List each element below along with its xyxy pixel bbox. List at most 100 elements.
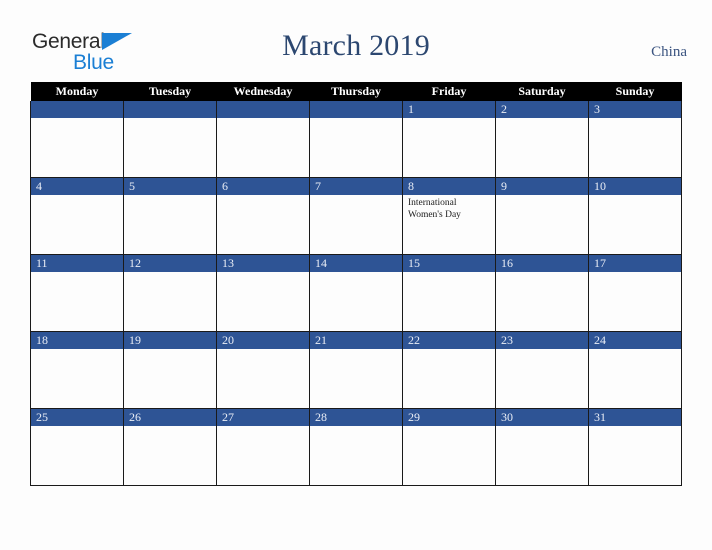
day-cell-inner: 17 (589, 255, 681, 331)
day-cell-inner: 30 (496, 409, 588, 485)
day-cell-inner: 1 (403, 101, 495, 177)
calendar-day-cell[interactable]: 20 (216, 331, 310, 409)
day-number: 6 (217, 178, 309, 195)
weekday-header-monday: Monday (30, 82, 124, 101)
calendar-day-cell[interactable]: 6 (216, 177, 310, 255)
day-cell-inner: 4 (31, 178, 123, 254)
calendar-day-cell[interactable]: 26 (123, 408, 217, 486)
day-number: 7 (310, 178, 402, 195)
day-cell-inner: 9 (496, 178, 588, 254)
calendar-day-cell[interactable]: 27 (216, 408, 310, 486)
day-number: 10 (589, 178, 681, 195)
day-cell-inner: 3 (589, 101, 681, 177)
day-cell-inner: 26 (124, 409, 216, 485)
calendar-day-cell[interactable]: 16 (495, 254, 589, 332)
day-number (124, 101, 216, 118)
day-cell-inner: 21 (310, 332, 402, 408)
calendar-day-cell[interactable]: 13 (216, 254, 310, 332)
calendar-day-cell[interactable]: 14 (309, 254, 403, 332)
day-number: 17 (589, 255, 681, 272)
weekday-header-friday: Friday (402, 82, 496, 101)
calendar-day-cell[interactable]: 17 (588, 254, 682, 332)
calendar-day-cell[interactable]: 10 (588, 177, 682, 255)
day-cell-inner (31, 101, 123, 177)
calendar-day-cell[interactable]: 24 (588, 331, 682, 409)
calendar-day-cell[interactable]: 15 (402, 254, 496, 332)
calendar-day-cell[interactable]: 9 (495, 177, 589, 255)
day-number (31, 101, 123, 118)
day-number: 20 (217, 332, 309, 349)
day-cell-inner: 20 (217, 332, 309, 408)
day-cell-inner: 28 (310, 409, 402, 485)
day-number: 26 (124, 409, 216, 426)
calendar-day-cell[interactable]: 28 (309, 408, 403, 486)
day-cell-inner: 22 (403, 332, 495, 408)
day-cell-inner: 11 (31, 255, 123, 331)
day-number: 13 (217, 255, 309, 272)
day-cell-inner: 14 (310, 255, 402, 331)
day-cell-inner: 29 (403, 409, 495, 485)
day-number (217, 101, 309, 118)
calendar-empty-cell (30, 101, 124, 178)
calendar-week-row: 11 12 13 14 15 16 17 (30, 254, 682, 332)
calendar-day-cell[interactable]: 19 (123, 331, 217, 409)
day-number: 25 (31, 409, 123, 426)
day-cell-inner: 10 (589, 178, 681, 254)
day-number: 4 (31, 178, 123, 195)
day-cell-inner: 23 (496, 332, 588, 408)
calendar-day-cell[interactable]: 8 International Women's Day (402, 177, 496, 255)
calendar-empty-cell (123, 101, 217, 178)
calendar-day-cell[interactable]: 12 (123, 254, 217, 332)
day-events: International Women's Day (403, 195, 495, 221)
day-cell-inner: 31 (589, 409, 681, 485)
day-number: 1 (403, 101, 495, 118)
day-cell-inner: 12 (124, 255, 216, 331)
calendar-day-cell[interactable]: 25 (30, 408, 124, 486)
day-cell-inner: 5 (124, 178, 216, 254)
day-cell-inner: 7 (310, 178, 402, 254)
weekday-header-thursday: Thursday (309, 82, 403, 101)
calendar-day-cell[interactable]: 7 (309, 177, 403, 255)
day-number (310, 101, 402, 118)
day-cell-inner: 6 (217, 178, 309, 254)
calendar-day-cell[interactable]: 1 (402, 101, 496, 178)
day-number: 2 (496, 101, 588, 118)
calendar-day-cell[interactable]: 11 (30, 254, 124, 332)
day-cell-inner: 27 (217, 409, 309, 485)
calendar-day-cell[interactable]: 31 (588, 408, 682, 486)
calendar-day-cell[interactable]: 2 (495, 101, 589, 178)
day-cell-inner: 16 (496, 255, 588, 331)
calendar-day-cell[interactable]: 4 (30, 177, 124, 255)
weekday-header-sunday: Sunday (588, 82, 682, 101)
country-label: China (651, 44, 687, 60)
calendar-day-cell[interactable]: 18 (30, 331, 124, 409)
calendar-day-cell[interactable]: 5 (123, 177, 217, 255)
day-number: 18 (31, 332, 123, 349)
day-cell-inner: 18 (31, 332, 123, 408)
day-number: 28 (310, 409, 402, 426)
day-number: 3 (589, 101, 681, 118)
calendar-body: 1 2 3 4 5 6 7 8 International Women's Day 9 10 11 12… (30, 101, 682, 486)
weekday-header-wednesday: Wednesday (216, 82, 310, 101)
calendar-day-cell[interactable]: 3 (588, 101, 682, 178)
day-cell-inner: 8 International Women's Day (403, 178, 495, 254)
calendar-day-cell[interactable]: 23 (495, 331, 589, 409)
day-number: 14 (310, 255, 402, 272)
day-number: 23 (496, 332, 588, 349)
day-number: 30 (496, 409, 588, 426)
day-cell-inner (217, 101, 309, 177)
calendar-day-cell[interactable]: 30 (495, 408, 589, 486)
day-number: 8 (403, 178, 495, 195)
day-number: 15 (403, 255, 495, 272)
day-number: 9 (496, 178, 588, 195)
day-number: 29 (403, 409, 495, 426)
day-number: 22 (403, 332, 495, 349)
day-number: 16 (496, 255, 588, 272)
calendar-table: Monday Tuesday Wednesday Thursday Friday… (30, 82, 682, 486)
day-number: 21 (310, 332, 402, 349)
calendar-day-cell[interactable]: 21 (309, 331, 403, 409)
day-number: 27 (217, 409, 309, 426)
calendar-day-cell[interactable]: 22 (402, 331, 496, 409)
day-cell-inner (310, 101, 402, 177)
calendar-day-cell[interactable]: 29 (402, 408, 496, 486)
